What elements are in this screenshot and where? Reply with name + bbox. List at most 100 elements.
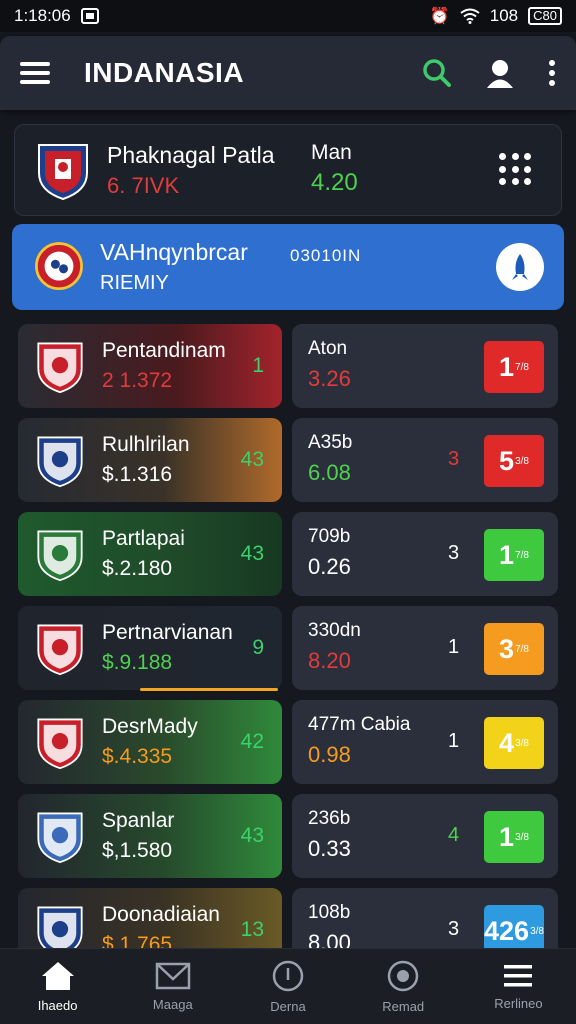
team-score: 43 — [240, 542, 264, 565]
more-options-icon[interactable] — [548, 59, 556, 87]
app-title: INDANASIA — [84, 57, 245, 88]
odds-count: 3 — [448, 448, 460, 470]
featured-match-card[interactable]: Phaknagal Patla 6. 7IVK Man 4.20 — [14, 124, 562, 216]
featured-team-name: Phaknagal Patla — [107, 141, 275, 168]
odds-card[interactable]: 330dn 8.20 1 3 7/8 — [292, 606, 558, 690]
team-crest-icon — [37, 812, 83, 864]
match-row: DesrMady $.4.335 42 477m Cabia 0.98 1 43… — [0, 700, 576, 786]
badge-value: 3 — [499, 633, 515, 664]
odds-card[interactable]: 477m Cabia 0.98 1 4 3/8 — [292, 700, 558, 784]
team-crest-icon — [38, 144, 88, 201]
menu-icon — [504, 965, 533, 987]
team-card[interactable]: Pertnarvianan $.9.188 9 — [18, 606, 282, 690]
team-name: Pertnarvianan — [102, 621, 233, 644]
odds-card[interactable]: A35b 6.08 3 5 3/8 — [292, 418, 558, 502]
nav-home[interactable]: Ihaedo — [0, 949, 115, 1024]
nav-info[interactable]: Derna — [230, 949, 345, 1024]
team-value: $.1.316 — [102, 463, 173, 486]
team-card[interactable]: Spanlar $,1.580 43 — [18, 794, 282, 878]
team-crest-icon — [37, 436, 83, 488]
odds-card[interactable]: 236b 0.33 4 1 3/8 — [292, 794, 558, 878]
featured-team-sub: 6. 7IVK — [107, 172, 180, 198]
nav-more[interactable]: Rerlineo — [461, 949, 576, 1024]
featured-value: 4.20 — [311, 169, 358, 196]
odds-badge[interactable]: 5 3/8 — [484, 435, 544, 487]
team-value: $,1.580 — [102, 839, 173, 862]
badge-value: 4 — [499, 727, 515, 758]
team-name: Rulhlrilan — [102, 433, 190, 456]
nav-label-more: Rerlineo — [494, 996, 543, 1011]
team-card[interactable]: Pentandinam 2 1.372 1 — [18, 324, 282, 408]
badge-value: 426 — [484, 915, 530, 946]
badge-fraction: 3/8 — [515, 455, 529, 467]
odds-card[interactable]: 108b 8.00 3 426 3/8 — [292, 888, 558, 948]
odds-badge[interactable]: 1 7/8 — [484, 529, 544, 581]
nav-messages[interactable]: Maaga — [115, 949, 230, 1024]
badge-value: 5 — [499, 445, 515, 476]
mail-icon — [155, 962, 191, 990]
selection-indicator — [140, 688, 278, 691]
odds-badge[interactable]: 1 3/8 — [484, 811, 544, 863]
bottom-navigation: Ihaedo Maaga Derna Remad Rerlineo — [0, 948, 576, 1024]
team-value: $.1.765 — [102, 933, 173, 948]
app-bar: INDANASIA — [0, 36, 576, 110]
team-value: $.9.188 — [102, 651, 173, 674]
team-crest-icon — [37, 530, 83, 582]
info-circle-icon — [272, 960, 304, 992]
odds-badge[interactable]: 426 3/8 — [484, 905, 544, 948]
grid-menu-icon[interactable] — [499, 153, 533, 187]
badge-value: 1 — [499, 351, 515, 382]
team-crest-icon — [37, 718, 83, 770]
user-icon[interactable] — [484, 57, 516, 89]
nav-rewards[interactable]: Remad — [346, 949, 461, 1024]
promo-code: 03010IN — [290, 246, 362, 265]
featured-label: Man — [311, 141, 352, 164]
promo-subtitle: RIEMIY — [100, 272, 169, 294]
badge-fraction: 7/8 — [515, 549, 529, 561]
odds-badge[interactable]: 1 7/8 — [484, 341, 544, 393]
team-value: $.2.180 — [102, 557, 173, 580]
promo-crest-icon — [35, 242, 83, 291]
status-bar: 1:18:06 ⏰ 108 C80 — [0, 0, 576, 32]
odds-count: 1 — [448, 730, 460, 752]
team-name: Doonadiaian — [102, 903, 220, 926]
badge-fraction: 3/8 — [515, 831, 529, 843]
team-card[interactable]: DesrMady $.4.335 42 — [18, 700, 282, 784]
odds-badge[interactable]: 3 7/8 — [484, 623, 544, 675]
team-name: DesrMady — [102, 715, 198, 738]
badge-fraction: 7/8 — [515, 361, 529, 373]
team-score: 1 — [252, 354, 264, 377]
match-row: Pertnarvianan $.9.188 9 330dn 8.20 1 3 7/… — [0, 606, 576, 692]
team-card[interactable]: Partlapai $.2.180 43 — [18, 512, 282, 596]
badge-fraction: 3/8 — [515, 737, 529, 749]
odds-card[interactable]: Aton 3.26 1 7/8 — [292, 324, 558, 408]
nav-label-info: Derna — [270, 999, 306, 1014]
wifi-icon — [460, 8, 480, 24]
promo-banner[interactable]: VAHnqynbrcar RIEMIY 03010IN — [12, 224, 564, 310]
team-crest-icon — [37, 906, 83, 948]
odds-count: 3 — [448, 542, 460, 564]
badge-value: 1 — [499, 539, 515, 570]
alarm-icon: ⏰ — [429, 8, 450, 25]
home-icon — [41, 962, 74, 990]
team-crest-icon — [37, 624, 83, 676]
odds-count: 1 — [448, 636, 460, 658]
promo-action-button[interactable] — [496, 243, 544, 291]
promo-title: VAHnqynbrcar — [100, 239, 248, 265]
medal-icon — [387, 960, 419, 992]
search-icon[interactable] — [422, 58, 452, 88]
badge-fraction: 7/8 — [515, 643, 529, 655]
odds-card[interactable]: 709b 0.26 3 1 7/8 — [292, 512, 558, 596]
odds-badge[interactable]: 4 3/8 — [484, 717, 544, 769]
match-row: Spanlar $,1.580 43 236b 0.33 4 1 3/8 — [0, 794, 576, 880]
badge-value: 1 — [499, 821, 515, 852]
badge-fraction: 3/8 — [530, 925, 544, 937]
signal-text: 108 — [489, 6, 519, 25]
team-card[interactable]: Doonadiaian $.1.765 13 — [18, 888, 282, 948]
battery-indicator: C80 — [528, 7, 562, 25]
team-card[interactable]: Rulhlrilan $.1.316 43 — [18, 418, 282, 502]
hamburger-menu-icon[interactable] — [20, 62, 50, 84]
team-score: 43 — [240, 448, 264, 471]
match-row: Pentandinam 2 1.372 1 Aton 3.26 1 7/8 — [0, 324, 576, 410]
team-value: 2 1.372 — [102, 369, 173, 392]
